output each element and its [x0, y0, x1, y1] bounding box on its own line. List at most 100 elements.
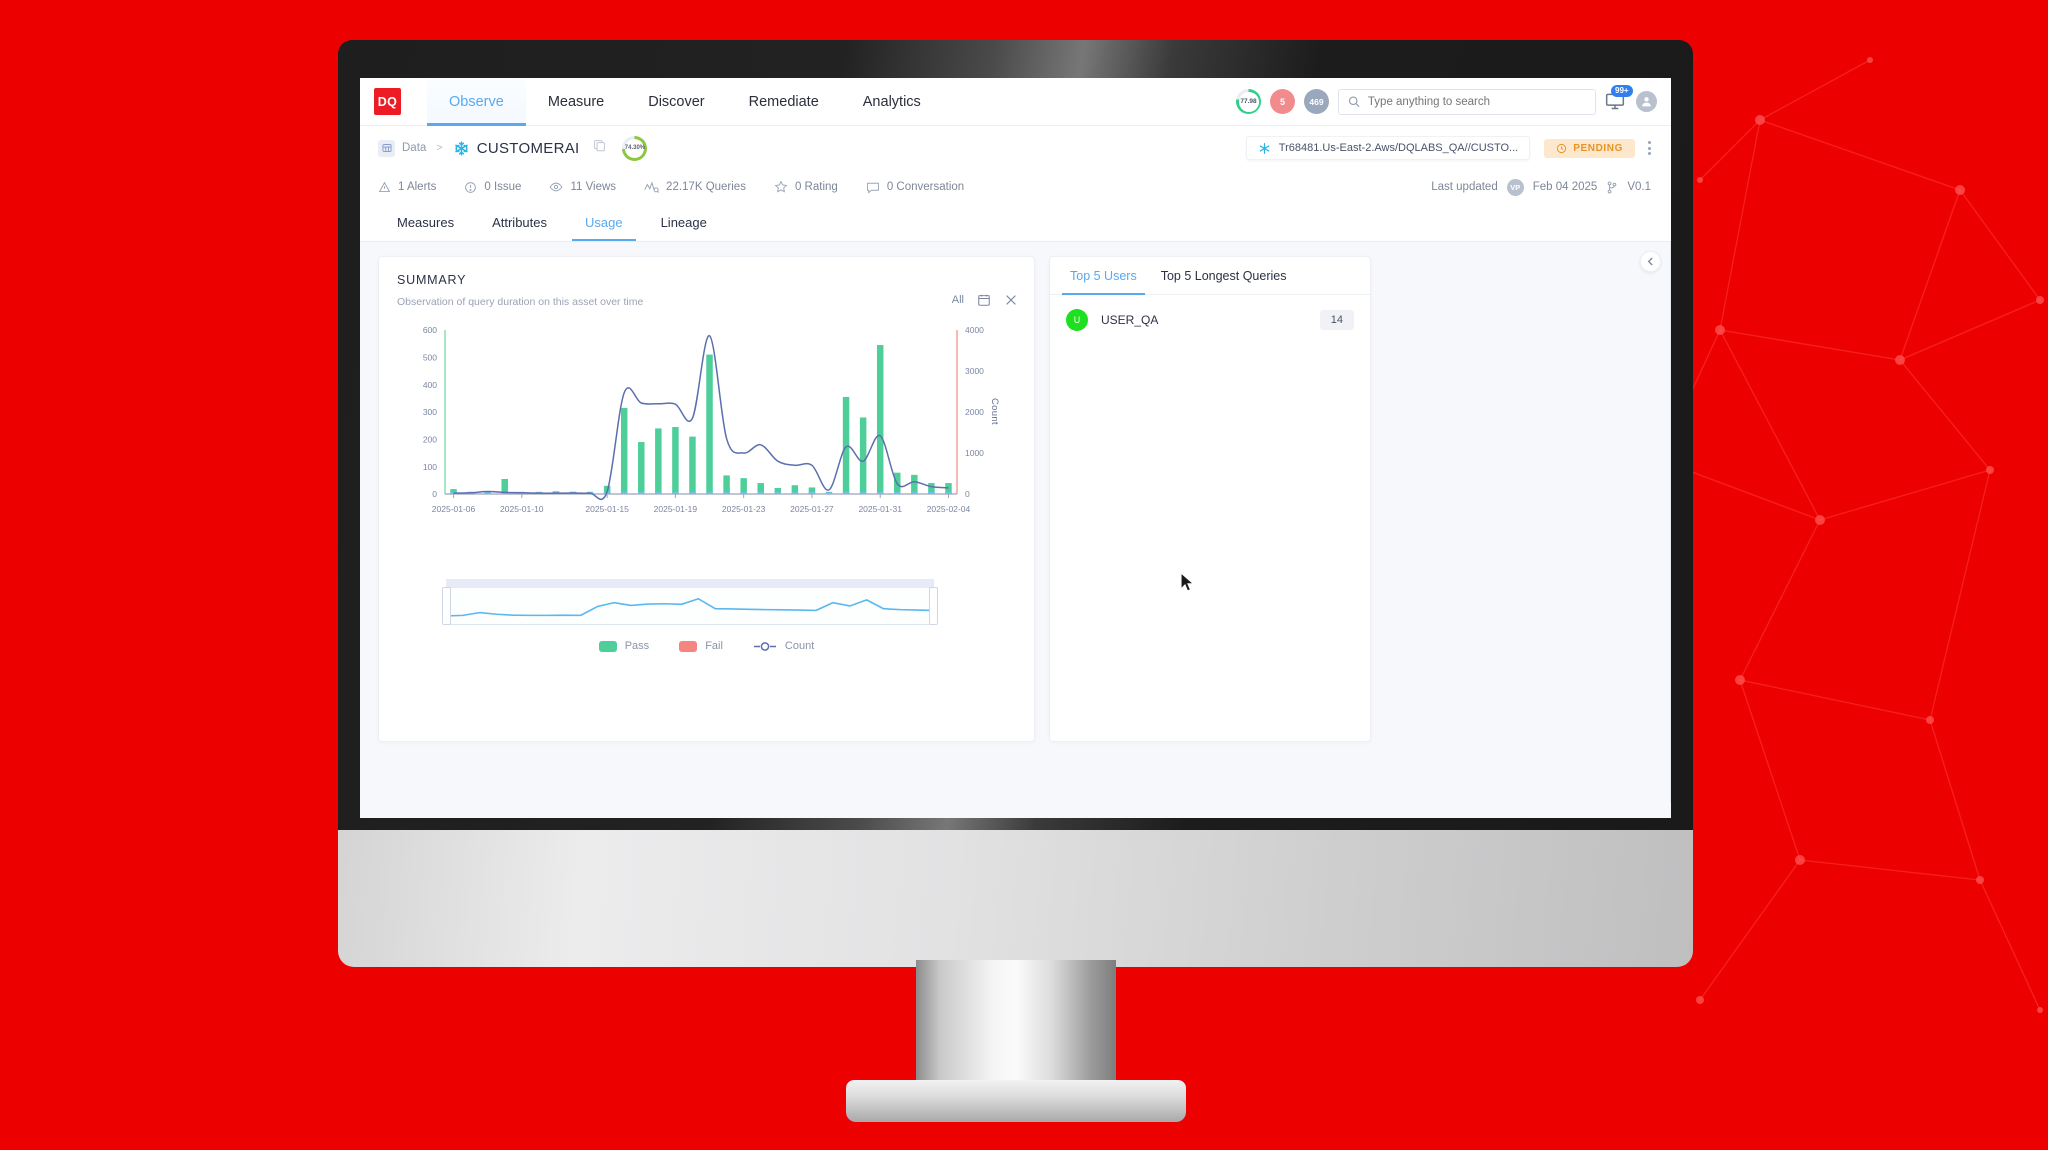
- copy-icon[interactable]: [593, 139, 606, 157]
- user-query-count: 14: [1319, 310, 1354, 330]
- app-logo[interactable]: DQ: [374, 88, 401, 115]
- table-icon: [378, 139, 395, 157]
- branch-icon: [1608, 181, 1617, 193]
- stat-conversations[interactable]: 0 Conversation: [866, 181, 964, 194]
- stat-alerts[interactable]: 1 Alerts: [378, 181, 436, 194]
- nav-item-measure[interactable]: Measure: [526, 78, 626, 126]
- pending-clock-icon: [1557, 143, 1567, 153]
- notification-count-badge: 99+: [1611, 84, 1633, 97]
- tab-attributes[interactable]: Attributes: [473, 204, 566, 241]
- header-actions: 77.98 5 469 99+: [1236, 84, 1671, 115]
- tab-label: Top 5 Longest Queries: [1160, 268, 1287, 283]
- calendar-icon[interactable]: [977, 293, 991, 307]
- app-screen: DQ Observe Measure Discover Remediate An…: [360, 78, 1671, 818]
- svg-text:500: 500: [423, 353, 437, 363]
- tab-lineage[interactable]: Lineage: [642, 204, 726, 241]
- chart-x-tick-label: 2025-01-31: [858, 504, 902, 514]
- summary-subtitle: Observation of query duration on this as…: [397, 296, 644, 308]
- breadcrumb-root[interactable]: Data: [402, 142, 426, 154]
- list-item[interactable]: U USER_QA 14: [1050, 295, 1370, 345]
- info-count-badge[interactable]: 469: [1304, 89, 1329, 114]
- user-avatar[interactable]: [1636, 91, 1657, 112]
- stat-label: 0 Conversation: [886, 181, 965, 193]
- version-label[interactable]: V0.1: [1627, 181, 1651, 193]
- chart-x-tick-label: 2025-01-15: [585, 504, 629, 514]
- svg-text:2000: 2000: [965, 407, 984, 417]
- breadcrumb-separator: >: [436, 142, 443, 154]
- svg-text:4000: 4000: [965, 325, 984, 335]
- chart-x-tick-label: 2025-01-10: [500, 504, 544, 514]
- tab-measures[interactable]: Measures: [378, 204, 473, 241]
- global-score-value: 77.98: [1240, 98, 1257, 105]
- svg-text:600: 600: [423, 325, 437, 335]
- monitor-stand-neck: [916, 960, 1116, 1090]
- editor-avatar[interactable]: VP: [1506, 178, 1524, 196]
- legend-item-pass[interactable]: Pass: [598, 640, 649, 652]
- search-input[interactable]: [1367, 95, 1586, 108]
- nav-label: Measure: [547, 93, 605, 110]
- warning-triangle-icon: [378, 181, 391, 192]
- connection-chip[interactable]: Tr68481.Us-East-2.Aws/DQLABS_QA//CUSTO..…: [1245, 136, 1531, 160]
- chart-range-brush[interactable]: [442, 579, 938, 625]
- mouse-cursor: [1180, 572, 1195, 592]
- app-header: DQ Observe Measure Discover Remediate An…: [360, 78, 1671, 126]
- legend-label: Fail: [705, 640, 723, 652]
- nav-item-discover[interactable]: Discover: [626, 78, 726, 126]
- chart-x-axis-labels: 2025-01-06 2025-01-10 2025-01-15 2025-01-19…: [397, 504, 1017, 520]
- comment-icon: [866, 182, 879, 194]
- updated-date: Feb 04 2025: [1532, 181, 1598, 193]
- breadcrumb-row: Data > CUSTOMERAI 74.30% Tr68481.Us-East…: [360, 126, 1671, 170]
- top-users-tabs: Top 5 Users Top 5 Longest Queries: [1050, 257, 1370, 295]
- last-updated-label: Last updated: [1431, 181, 1498, 193]
- stat-label: 11 Views: [570, 181, 617, 193]
- collapse-panel-button[interactable]: [1640, 251, 1661, 272]
- stat-queries[interactable]: 22.17K Queries: [644, 180, 746, 194]
- tab-top-5-users[interactable]: Top 5 Users: [1058, 257, 1149, 295]
- close-icon[interactable]: [1004, 293, 1018, 307]
- legend-item-fail[interactable]: Fail: [679, 640, 723, 652]
- tab-label: Usage: [585, 215, 623, 230]
- tab-top-5-longest-queries[interactable]: Top 5 Longest Queries: [1149, 257, 1299, 294]
- brush-scrollbar[interactable]: [446, 579, 934, 588]
- asset-score-ring[interactable]: 74.30%: [622, 135, 648, 161]
- eye-icon: [550, 182, 563, 192]
- legend-item-count[interactable]: Count: [753, 640, 814, 652]
- person-icon: [1642, 97, 1651, 107]
- alert-count-badge[interactable]: 5: [1270, 89, 1295, 114]
- avatar: U: [1066, 309, 1088, 331]
- summary-card-actions: All: [952, 293, 1018, 307]
- brush-handle-right[interactable]: [929, 587, 938, 625]
- stat-issues[interactable]: 0 Issue: [464, 181, 521, 194]
- asset-tabs: Measures Attributes Usage Lineage: [360, 204, 1671, 242]
- nav-label: Observe: [449, 93, 504, 110]
- tab-label: Lineage: [660, 215, 707, 230]
- stat-views[interactable]: 11 Views: [549, 180, 616, 194]
- nav-item-remediate[interactable]: Remediate: [727, 78, 841, 126]
- brush-handle-left[interactable]: [442, 587, 451, 625]
- global-search[interactable]: [1338, 88, 1596, 115]
- nav-item-observe[interactable]: Observe: [427, 78, 526, 126]
- chart-y2-axis-title: Count: [989, 398, 1000, 425]
- stat-rating[interactable]: 0 Rating: [774, 180, 838, 194]
- filter-all-button[interactable]: All: [952, 294, 964, 306]
- stat-label: 22.17K Queries: [666, 181, 746, 193]
- notifications-button[interactable]: 99+: [1605, 84, 1633, 113]
- monitor-stand-base: [846, 1080, 1186, 1122]
- status-badge[interactable]: PENDING: [1544, 138, 1635, 158]
- summary-title: SUMMARY: [397, 273, 467, 287]
- activity-icon: [644, 181, 660, 193]
- asset-score-value: 74.30%: [624, 145, 646, 151]
- exclamation-circle-icon: [465, 181, 477, 193]
- chevron-left-icon: [1647, 257, 1653, 266]
- snowflake-icon: [454, 140, 468, 156]
- tab-usage[interactable]: Usage: [566, 204, 642, 241]
- tab-label: Top 5 Users: [1070, 268, 1137, 283]
- svg-text:0: 0: [432, 489, 437, 499]
- panel-divider: [1670, 242, 1671, 802]
- nav-item-analytics[interactable]: Analytics: [841, 78, 943, 126]
- monitor-mockup: DQ Observe Measure Discover Remediate An…: [338, 40, 1693, 1122]
- global-score-badge[interactable]: 77.98: [1236, 89, 1261, 114]
- svg-text:3000: 3000: [965, 366, 984, 376]
- more-options-icon[interactable]: [1648, 141, 1651, 155]
- stat-label: 0 Issue: [484, 181, 522, 193]
